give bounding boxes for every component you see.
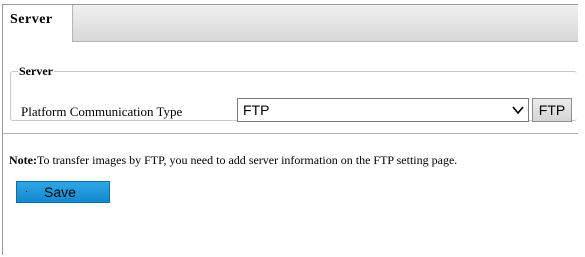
note-prefix: Note: <box>9 153 37 167</box>
note-text: To transfer images by FTP, you need to a… <box>36 153 458 167</box>
save-button[interactable]: · Save <box>16 181 110 203</box>
platform-communication-type-value: FTP <box>243 102 270 118</box>
tab-server[interactable]: Server <box>3 5 73 42</box>
tab-bar: Server <box>3 5 578 42</box>
section-divider <box>3 133 578 134</box>
ftp-settings-button[interactable]: FTP <box>532 98 572 122</box>
save-button-label: Save <box>44 184 76 200</box>
save-bullet: · <box>25 186 29 197</box>
server-legend: Server <box>19 64 53 78</box>
server-settings-content: Server Platform Communication Type FTP F… <box>3 42 578 255</box>
settings-panel: Server Server Platform Communication Typ… <box>2 4 578 255</box>
chevron-down-icon <box>512 106 524 115</box>
ftp-note: Note:To transfer images by FTP, you need… <box>9 153 457 168</box>
platform-communication-type-label: Platform Communication Type <box>21 104 183 119</box>
server-fieldset: Server Platform Communication Type FTP F… <box>10 64 577 122</box>
platform-communication-type-select[interactable]: FTP <box>237 98 529 122</box>
